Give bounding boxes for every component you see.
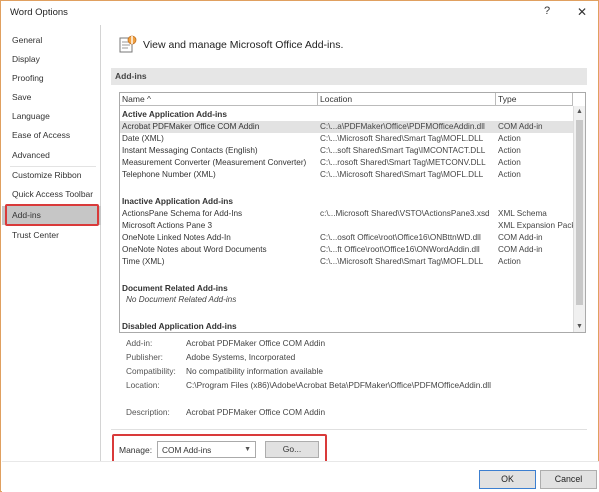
- row-location: C:\...\Microsoft Shared\Smart Tag\MOFL.D…: [320, 257, 484, 266]
- detail-value: Acrobat PDFMaker Office COM Addin: [186, 407, 326, 417]
- scroll-down-icon[interactable]: ▼: [574, 321, 585, 332]
- row-name: Microsoft Actions Pane 3: [122, 221, 213, 230]
- detail-label: Location:: [126, 380, 160, 390]
- table-row[interactable]: Time (XML) C:\...\Microsoft Shared\Smart…: [120, 256, 573, 268]
- window-title: Word Options: [10, 7, 68, 18]
- column-header-location[interactable]: Location: [318, 93, 496, 106]
- manage-label: Manage:: [119, 445, 153, 455]
- ok-button[interactable]: OK: [479, 470, 536, 489]
- row-name: Instant Messaging Contacts (English): [122, 146, 258, 155]
- table-row[interactable]: Microsoft Actions Pane 3 XML Expansion P…: [120, 220, 576, 232]
- chevron-down-icon: ▼: [244, 446, 251, 453]
- cancel-button[interactable]: Cancel: [540, 470, 597, 489]
- row-name: OneNote Notes about Word Documents: [122, 245, 267, 254]
- manage-dropdown[interactable]: COM Add-ins ▼: [157, 441, 256, 458]
- document-empty-text: No Document Related Add-ins: [126, 295, 237, 304]
- detail-label: Compatibility:: [126, 366, 176, 376]
- row-name: Time (XML): [122, 257, 165, 266]
- column-header-name[interactable]: Name ^: [120, 93, 318, 106]
- row-location: C:\...osoft Office\root\Office16\ONBttnW…: [320, 233, 481, 242]
- main-panel: View and manage Microsoft Office Add-ins…: [102, 25, 590, 461]
- title-bar: Word Options ? ✕: [1, 1, 598, 25]
- scroll-up-icon[interactable]: ▲: [574, 106, 585, 117]
- addins-list[interactable]: Name ^ Location Type Active Application …: [119, 92, 586, 333]
- sidebar-item-add-ins[interactable]: Add-ins: [2, 206, 101, 225]
- row-type: Action: [498, 170, 521, 179]
- go-button[interactable]: Go...: [265, 441, 319, 458]
- section-divider: [111, 429, 587, 430]
- row-type: Action: [498, 257, 521, 266]
- list-scrollbar[interactable]: ▲ ▼: [573, 106, 585, 332]
- detail-label: Description:: [126, 407, 170, 417]
- sidebar-item-quick-access-toolbar[interactable]: Quick Access Toolbar: [2, 185, 101, 204]
- row-name: Telephone Number (XML): [122, 170, 216, 179]
- sidebar-item-general[interactable]: General: [2, 31, 101, 50]
- row-name: Acrobat PDFMaker Office COM Addin: [122, 122, 260, 131]
- row-location: C:\...\Microsoft Shared\Smart Tag\MOFL.D…: [320, 134, 484, 143]
- row-type: XML Expansion Pack: [498, 221, 576, 230]
- column-header-type[interactable]: Type: [496, 93, 573, 106]
- row-type: Action: [498, 158, 521, 167]
- row-name: OneNote Linked Notes Add-In: [122, 233, 231, 242]
- row-location: C:\...rosoft Shared\Smart Tag\METCONV.DL…: [320, 158, 486, 167]
- row-type: Action: [498, 134, 521, 143]
- group-inactive: Inactive Application Add-ins: [122, 196, 233, 206]
- row-name: Measurement Converter (Measurement Conve…: [122, 158, 307, 167]
- dialog-footer: OK Cancel: [2, 461, 599, 492]
- manage-selected-value: COM Add-ins: [162, 445, 212, 455]
- detail-value: Acrobat PDFMaker Office COM Addin: [186, 338, 326, 348]
- group-document: Document Related Add-ins: [122, 283, 228, 293]
- row-location: C:\...a\PDFMaker\Office\PDFMOfficeAddin.…: [320, 122, 485, 131]
- table-row[interactable]: Measurement Converter (Measurement Conve…: [120, 157, 573, 169]
- group-disabled: Disabled Application Add-ins: [122, 321, 237, 331]
- table-row[interactable]: OneNote Linked Notes Add-In C:\...osoft …: [120, 232, 573, 244]
- sidebar-item-language[interactable]: Language: [2, 107, 101, 126]
- detail-label: Add-in:: [126, 338, 153, 348]
- detail-value: Adobe Systems, Incorporated: [186, 352, 296, 362]
- table-row[interactable]: Telephone Number (XML) C:\...\Microsoft …: [120, 169, 573, 181]
- word-options-dialog: Word Options ? ✕ General Display Proofin…: [0, 0, 599, 492]
- sidebar-item-display[interactable]: Display: [2, 50, 101, 69]
- add-ins-icon: [119, 35, 137, 53]
- row-type: Action: [498, 146, 521, 155]
- table-row[interactable]: Date (XML) C:\...\Microsoft Shared\Smart…: [120, 133, 573, 145]
- row-type: COM Add-in: [498, 245, 543, 254]
- section-header: Add-ins: [111, 68, 587, 85]
- sidebar-item-trust-center[interactable]: Trust Center: [2, 226, 101, 245]
- scroll-thumb[interactable]: [576, 120, 583, 305]
- group-active: Active Application Add-ins: [122, 109, 227, 119]
- row-type: COM Add-in: [498, 233, 543, 242]
- sidebar-item-advanced[interactable]: Advanced: [2, 146, 101, 165]
- row-location: C:\...ft Office\root\Office16\ONWordAddi…: [320, 245, 480, 254]
- detail-label: Publisher:: [126, 352, 163, 362]
- row-name: ActionsPane Schema for Add-Ins: [122, 209, 243, 218]
- table-row[interactable]: OneNote Notes about Word Documents C:\..…: [120, 244, 573, 256]
- row-location: C:\...\Microsoft Shared\Smart Tag\MOFL.D…: [320, 170, 484, 179]
- help-button[interactable]: ?: [544, 5, 550, 17]
- sidebar: General Display Proofing Save Language E…: [2, 25, 101, 461]
- row-location: c:\...Microsoft Shared\VSTO\ActionsPane3…: [320, 209, 490, 218]
- sidebar-item-customize-ribbon[interactable]: Customize Ribbon: [2, 166, 101, 185]
- table-row[interactable]: ActionsPane Schema for Add-Ins c:\...Mic…: [120, 208, 573, 220]
- table-row[interactable]: Acrobat PDFMaker Office COM Addin C:\...…: [120, 121, 573, 133]
- table-row[interactable]: Instant Messaging Contacts (English) C:\…: [120, 145, 573, 157]
- detail-value: No compatibility information available: [186, 366, 323, 376]
- row-type: XML Schema: [498, 209, 547, 218]
- row-name: Date (XML): [122, 134, 164, 143]
- sidebar-item-ease-of-access[interactable]: Ease of Access: [2, 126, 101, 145]
- sidebar-item-save[interactable]: Save: [2, 88, 101, 107]
- row-location: C:\...soft Shared\Smart Tag\IMCONTACT.DL…: [320, 146, 486, 155]
- close-button[interactable]: ✕: [574, 4, 590, 20]
- detail-value: C:\Program Files (x86)\Adobe\Acrobat Bet…: [186, 380, 491, 390]
- page-header: View and manage Microsoft Office Add-ins…: [143, 39, 344, 51]
- sidebar-item-proofing[interactable]: Proofing: [2, 69, 101, 88]
- row-type: COM Add-in: [498, 122, 543, 131]
- section-title: Add-ins: [115, 71, 147, 81]
